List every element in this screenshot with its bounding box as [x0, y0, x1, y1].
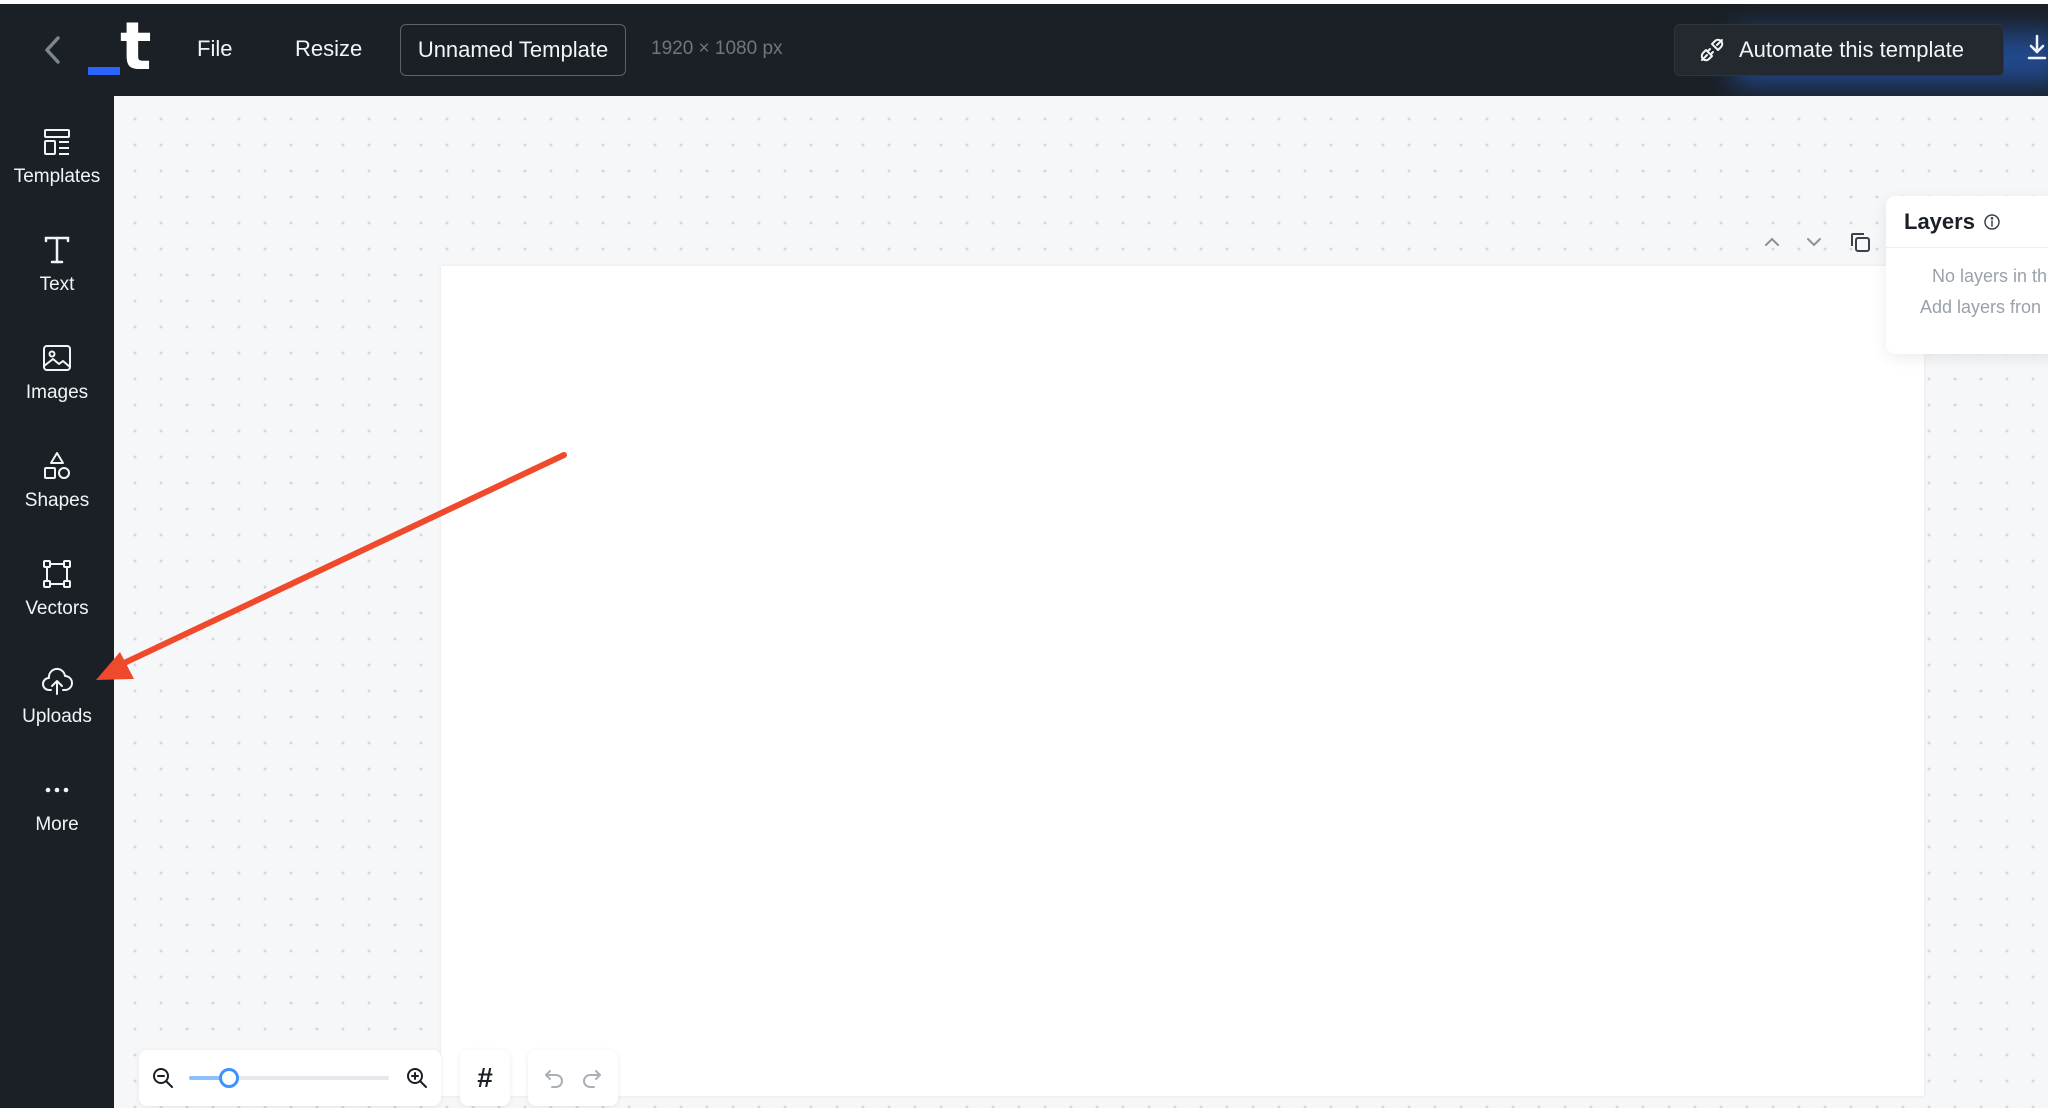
- resize-menu[interactable]: Resize: [295, 36, 362, 62]
- automate-label: Automate this template: [1739, 37, 1965, 62]
- image-icon: [43, 345, 71, 371]
- download-button[interactable]: [2026, 32, 2048, 68]
- info-icon[interactable]: [1983, 213, 2001, 231]
- grid-toggle-button[interactable]: #: [460, 1050, 510, 1106]
- logo-letter: t: [120, 8, 152, 85]
- layers-empty-message: No layers in th: [1932, 266, 2048, 286]
- sidebar-item-label: Shapes: [24, 490, 90, 511]
- template-name-field[interactable]: Unnamed Template: [400, 24, 626, 76]
- artboard[interactable]: [441, 266, 1924, 1096]
- sidebar-item-images[interactable]: Images: [0, 322, 114, 418]
- logo-bar: [88, 67, 120, 75]
- canvas-size-label: 1920 × 1080 px: [651, 38, 783, 59]
- top-bar: t File Resize Unnamed Template 1920 × 10…: [0, 4, 2048, 96]
- zoom-in-icon[interactable]: [405, 1066, 429, 1090]
- layers-header: Layers: [1886, 196, 2048, 248]
- layers-panel: Layers No layers in th Add layers fron: [1886, 196, 2048, 354]
- text-icon: [44, 236, 70, 264]
- sidebar-item-label: Images: [25, 382, 89, 403]
- history-controls: [528, 1050, 618, 1106]
- sidebar-item-label: Uploads: [22, 706, 92, 727]
- grid-icon: #: [477, 1062, 493, 1093]
- back-button[interactable]: [38, 32, 68, 68]
- sidebar-item-shapes[interactable]: Shapes: [0, 430, 114, 526]
- chevron-up-icon[interactable]: [1762, 232, 1782, 252]
- layers-title: Layers: [1904, 208, 1975, 234]
- sidebar-item-more[interactable]: More: [0, 754, 114, 850]
- zoom-control: [139, 1050, 441, 1106]
- layers-empty-hint: Add layers fron: [1920, 297, 2042, 317]
- automate-template-button[interactable]: Automate this template: [1674, 24, 2004, 76]
- shapes-icon: [44, 452, 70, 479]
- chevron-left-icon: [45, 36, 60, 64]
- redo-icon[interactable]: [580, 1066, 604, 1090]
- sidebar-item-vectors[interactable]: Vectors: [0, 538, 114, 634]
- zoom-slider-thumb[interactable]: [219, 1068, 239, 1088]
- file-menu[interactable]: File: [197, 36, 232, 62]
- sidebar-item-templates[interactable]: Templates: [0, 106, 114, 202]
- chevron-down-icon[interactable]: [1804, 232, 1824, 252]
- plug-icon: [1700, 38, 1724, 62]
- templates-icon: [44, 129, 70, 155]
- left-sidebar: Templates Text Images Shapes Vectors Upl…: [0, 96, 114, 1108]
- sidebar-item-label: Templates: [13, 166, 101, 187]
- sidebar-item-label: Text: [39, 274, 75, 295]
- sidebar-item-text[interactable]: Text: [0, 214, 114, 310]
- sidebar-item-label: Vectors: [25, 598, 89, 619]
- app-logo[interactable]: t: [84, 14, 154, 84]
- download-icon: [2027, 34, 2047, 60]
- zoom-slider[interactable]: [189, 1068, 389, 1088]
- cloud-upload-icon: [42, 667, 73, 695]
- duplicate-icon[interactable]: [1848, 230, 1872, 254]
- sidebar-item-label: More: [35, 814, 79, 835]
- undo-icon[interactable]: [542, 1066, 566, 1090]
- zoom-out-icon[interactable]: [151, 1066, 175, 1090]
- sidebar-item-uploads[interactable]: Uploads: [0, 646, 114, 742]
- vector-icon: [43, 560, 71, 588]
- artboard-controls: [1762, 228, 1882, 256]
- more-icon: [45, 787, 69, 793]
